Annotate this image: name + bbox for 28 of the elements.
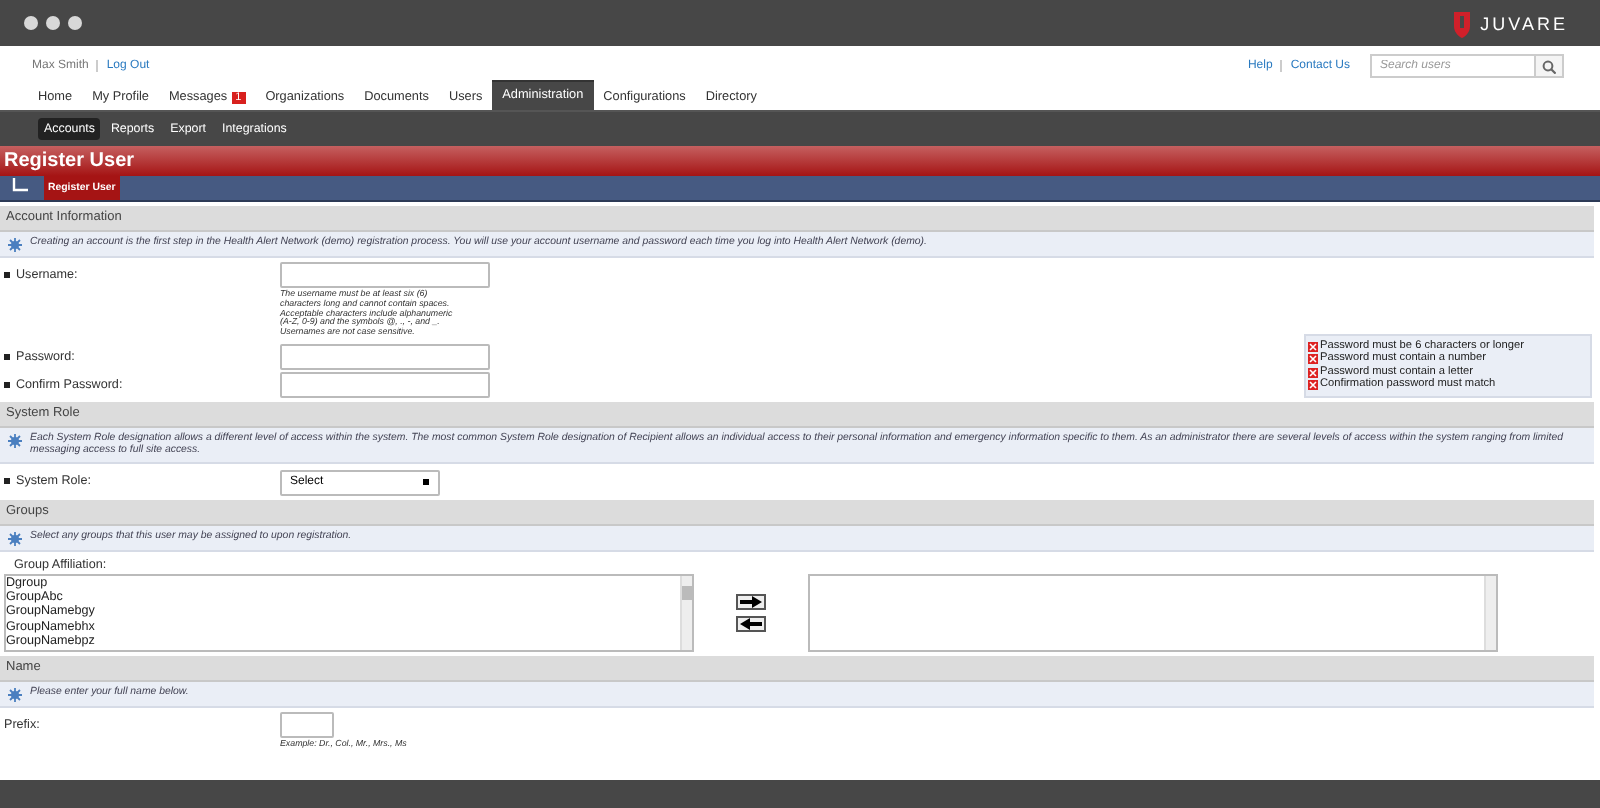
required-marker-icon: [4, 477, 10, 484]
text-field[interactable]: [280, 711, 334, 738]
scrollbar[interactable]: [1484, 575, 1496, 650]
add-button[interactable]: [736, 593, 766, 610]
password-field[interactable]: [280, 371, 490, 398]
brand-name: JUVARE: [1480, 13, 1568, 33]
remove-button[interactable]: [736, 615, 766, 632]
gear-icon: [8, 531, 22, 546]
gear-icon: [8, 238, 22, 252]
dropdown-icon: [422, 478, 430, 487]
text-field[interactable]: [280, 262, 490, 288]
gear-icon: [8, 687, 22, 702]
page-title: Register User: [0, 146, 1600, 176]
right-arrow-icon: [740, 595, 762, 608]
left-arrow-icon: [740, 617, 762, 630]
required-marker-icon: [4, 381, 10, 388]
window-dot-icon: [24, 16, 38, 30]
shield-icon: [1452, 9, 1473, 37]
gear-icon: [8, 433, 22, 448]
search-button[interactable]: [1536, 54, 1564, 78]
password-field[interactable]: [280, 343, 490, 370]
selected-group-list[interactable]: [808, 573, 1498, 652]
required-marker-icon: [4, 272, 10, 278]
scrollbar[interactable]: [680, 575, 692, 650]
window-dot-icon: [46, 16, 60, 30]
required-marker-icon: [4, 353, 10, 360]
window-dot-icon: [68, 16, 82, 30]
search-icon: [1542, 59, 1556, 73]
